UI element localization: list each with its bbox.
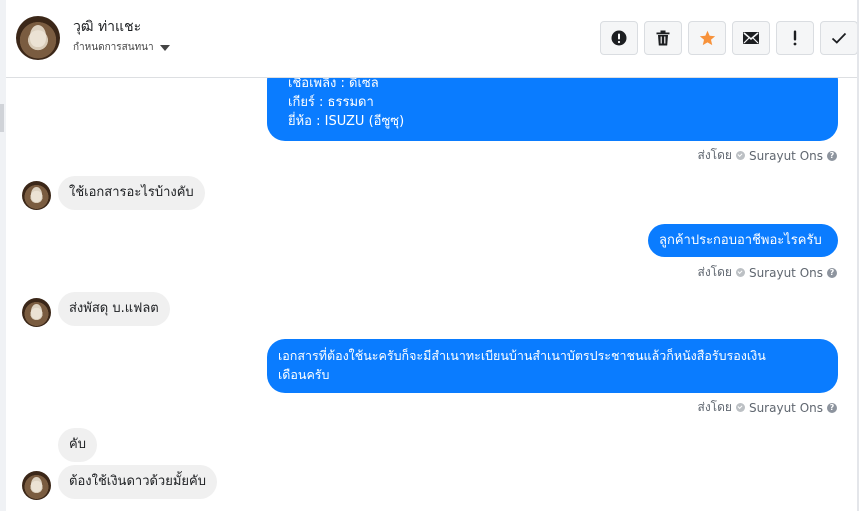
help-icon[interactable]: ? [827,402,837,413]
verified-icon [735,268,745,277]
incoming-message: ส่งพัสดุ บ.แฟลต [58,292,170,326]
verified-icon [735,151,745,160]
sent-by-label: ส่งโดย [697,400,732,414]
envelope-icon [743,32,759,44]
verified-icon [735,403,745,412]
exclamation-circle-icon [611,30,627,46]
delete-button[interactable] [644,21,682,55]
incoming-message: ต้องใช้เงินดาวด้วยมั้ยคับ [58,465,217,499]
sent-by-row: ส่งโดย Surayut Ons ? [697,398,837,417]
sent-by-row: ส่งโดย Surayut Ons ? [697,263,837,282]
outgoing-message: ลูกค้าประกอบอาชีพอะไรครับ [648,224,838,257]
exclamation-icon [793,30,797,46]
done-button[interactable] [820,21,858,55]
help-icon[interactable]: ? [827,267,837,278]
message-line: เอกสารที่ต้องใช้นะครับก็จะมีสำเนาทะเบียน… [278,348,766,363]
chevron-down-icon [159,44,170,51]
avatar[interactable] [22,298,51,327]
sent-by-label: ส่งโดย [697,265,732,279]
sender-name[interactable]: Surayut Ons [749,401,823,415]
mark-unread-button[interactable] [732,21,770,55]
message-line: ยี่ห้อ : ISUZU (อีซูซุ) [288,114,405,129]
conversation-status-dropdown[interactable]: กำหนดการสนทนา [73,40,170,55]
sent-by-label: ส่งโดย [697,148,732,162]
sender-name[interactable]: Surayut Ons [749,266,823,280]
incoming-message: ใช้เอกสารอะไรบ้างคับ [58,176,205,210]
contact-avatar[interactable] [16,16,60,60]
sent-by-row: ส่งโดย Surayut Ons ? [697,146,837,165]
message-line: เกียร์ : ธรรมดา [288,95,374,110]
conversation-header: วุฒิ ท่าแชะ กำหนดการสนทนา [0,0,859,78]
alert-button[interactable] [600,21,638,55]
trash-icon [656,30,670,46]
message-line: เดือนครับ [278,367,330,382]
help-icon[interactable]: ? [827,150,837,161]
incoming-message: คับ [58,428,97,462]
star-button[interactable] [688,21,726,55]
conversation-status-label: กำหนดการสนทนา [73,42,154,53]
avatar[interactable] [22,181,51,210]
contact-name[interactable]: วุฒิ ท่าแชะ [73,16,141,38]
outgoing-message: เอกสารที่ต้องใช้นะครับก็จะมีสำเนาทะเบียน… [267,339,838,393]
spam-button[interactable] [776,21,814,55]
sender-name[interactable]: Surayut Ons [749,149,823,163]
header-actions [600,21,858,55]
check-icon [831,32,847,44]
scroll-marker [0,104,4,132]
star-icon [699,30,715,46]
avatar[interactable] [22,471,51,500]
left-edge [0,0,6,511]
